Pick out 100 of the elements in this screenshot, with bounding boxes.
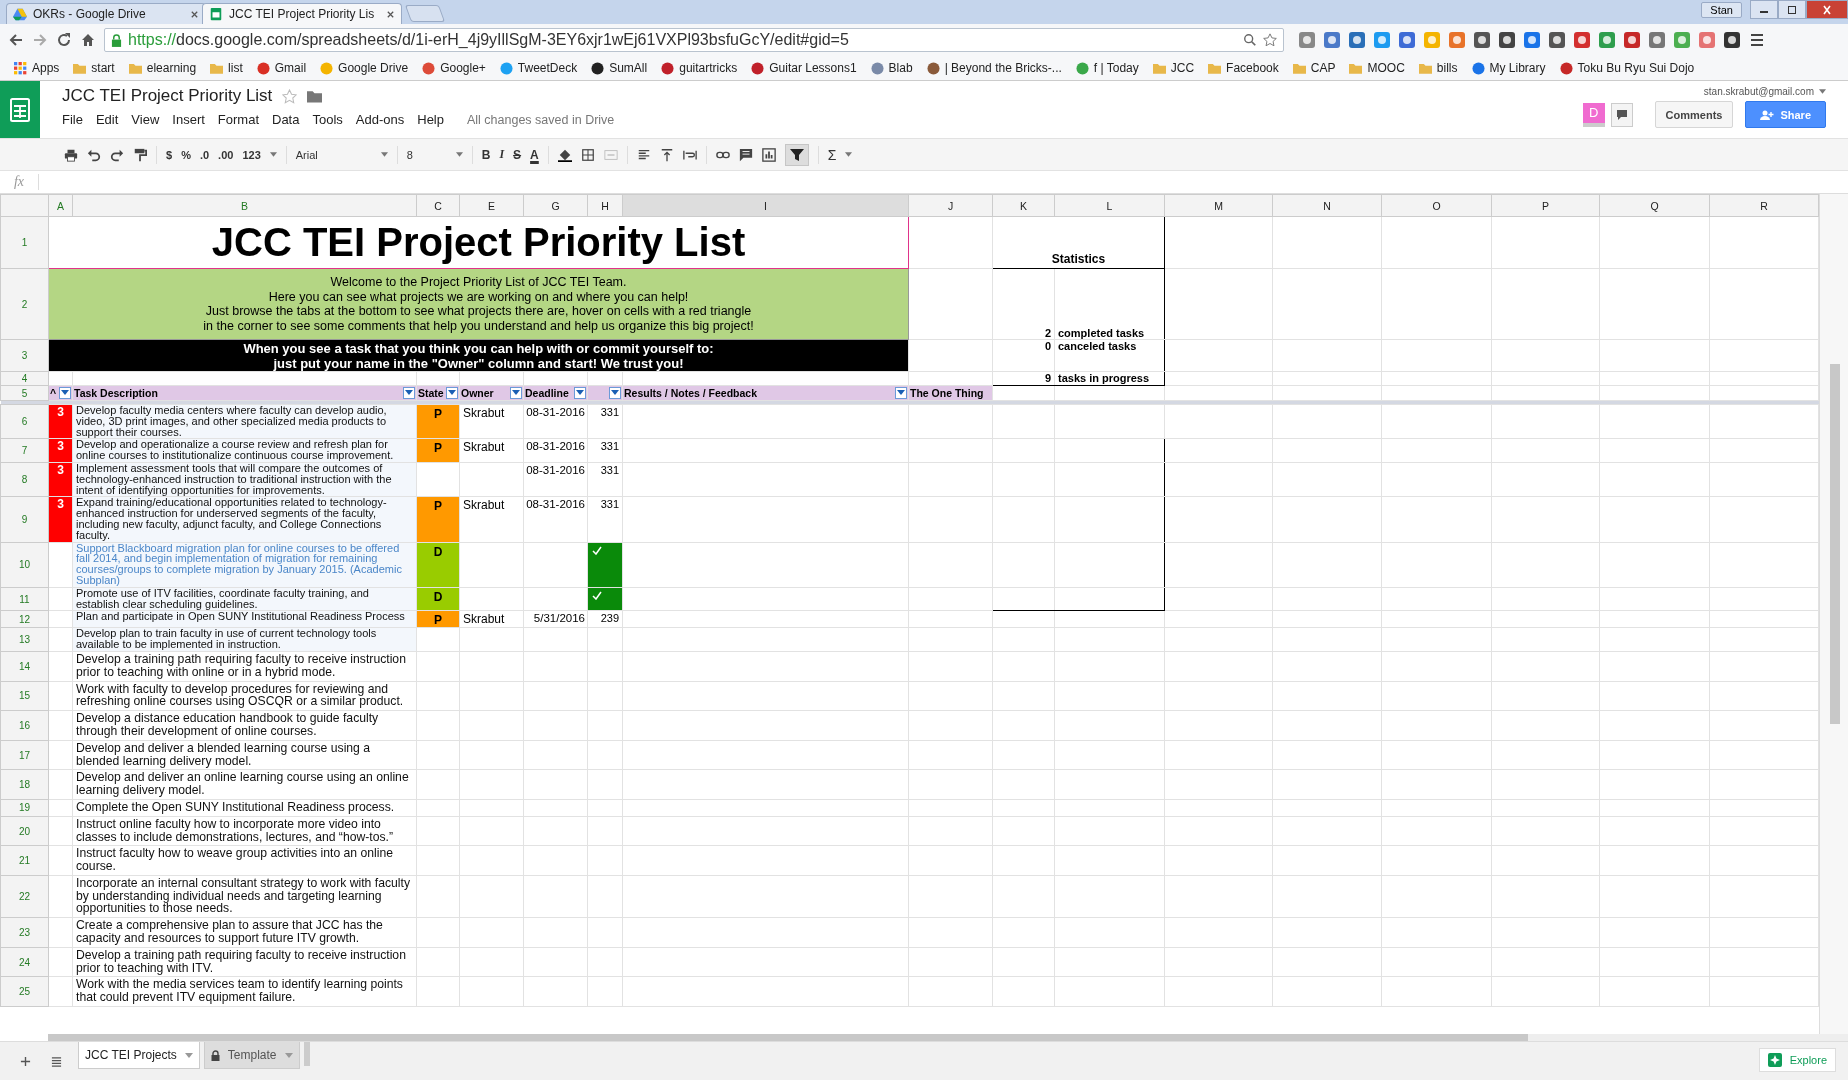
chat-button[interactable] [1610, 102, 1633, 127]
caret-icon[interactable] [1819, 89, 1826, 94]
column-header[interactable]: L [1054, 194, 1165, 217]
row-header[interactable]: 9 [0, 496, 49, 543]
account-menu[interactable]: stan.skrabut@gmail.com [1703, 86, 1814, 97]
sheet-list-icon[interactable] [51, 1056, 62, 1067]
bookmark[interactable]: bills [1418, 61, 1458, 75]
row-header[interactable]: 11 [0, 587, 49, 611]
reload-icon[interactable] [56, 32, 72, 48]
print-icon[interactable] [64, 147, 78, 162]
star-icon[interactable] [282, 88, 298, 104]
bookmark[interactable]: Facebook [1208, 61, 1279, 75]
row-header[interactable]: 16 [0, 710, 49, 741]
extension-icon[interactable] [1548, 31, 1566, 49]
address-field[interactable]: https://docs.google.com/spreadsheets/d/1i-erH_4j9yIllSgM-3EY6xjr1wEj61VXPl93bsfuGcY/edit#gid=5 [104, 28, 1284, 52]
search-icon[interactable] [1243, 33, 1257, 47]
sheet-tab[interactable]: Template [203, 1042, 300, 1069]
caret-icon[interactable] [845, 152, 853, 157]
row-header[interactable]: 25 [0, 976, 49, 1007]
menu-item[interactable]: View [131, 112, 160, 127]
browser-tab[interactable]: JCC TEI Project Priority Lis [202, 3, 402, 24]
column-header[interactable]: R [1709, 194, 1819, 217]
font-dropdown[interactable]: Arial [295, 148, 372, 161]
text-style-button[interactable]: I [499, 147, 505, 162]
column-header[interactable]: E [459, 194, 524, 217]
row-header[interactable]: 6 [0, 404, 49, 439]
column-header[interactable]: M [1164, 194, 1273, 217]
column-header[interactable]: O [1381, 194, 1492, 217]
minimize-button[interactable] [1750, 0, 1778, 19]
bookmark[interactable]: Gmail [256, 61, 307, 75]
menu-icon[interactable] [1748, 31, 1766, 49]
text-style-button[interactable]: B [481, 147, 491, 162]
font-size-dropdown[interactable]: 8 [406, 148, 447, 161]
menu-item[interactable]: Data [272, 112, 300, 127]
number-format-dropdown[interactable]: 123 [242, 148, 261, 161]
row-header[interactable]: 23 [0, 917, 49, 948]
extension-icon[interactable] [1498, 31, 1516, 49]
menu-item[interactable]: Add-ons [355, 112, 405, 127]
row-header[interactable]: 2 [0, 268, 49, 340]
column-header[interactable]: G [523, 194, 588, 217]
scrollbar-thumb[interactable] [1830, 364, 1840, 724]
vertical-align-icon[interactable] [659, 147, 674, 162]
bookmark[interactable]: MOOC [1349, 61, 1405, 75]
caret-icon[interactable] [380, 152, 388, 157]
filter-toggle[interactable] [784, 143, 809, 166]
menu-item[interactable]: Insert [172, 112, 205, 127]
bookmark[interactable]: Google+ [422, 61, 486, 75]
row-header[interactable]: 22 [0, 875, 49, 918]
close-icon[interactable] [190, 9, 199, 19]
filter-button[interactable] [403, 387, 415, 399]
caret-icon[interactable] [455, 152, 463, 157]
column-header[interactable]: K [992, 194, 1055, 217]
filter-button[interactable] [59, 387, 71, 399]
bookmark[interactable]: elearning [128, 61, 197, 75]
row-header[interactable]: 20 [0, 816, 49, 846]
maximize-button[interactable] [1778, 0, 1806, 19]
document-title[interactable]: JCC TEI Project Priority List [62, 86, 273, 106]
extension-icon[interactable] [1723, 31, 1741, 49]
tab-scroll-handle[interactable] [303, 1042, 310, 1066]
row-header[interactable]: 24 [0, 947, 49, 977]
menu-item[interactable]: Help [417, 112, 444, 127]
format-button[interactable]: % [181, 148, 191, 161]
filter-button[interactable] [895, 387, 907, 399]
row-header[interactable]: 15 [0, 681, 49, 711]
text-style-button[interactable]: S [513, 147, 522, 162]
scrollbar-thumb[interactable] [48, 1034, 1528, 1041]
back-icon[interactable] [8, 32, 24, 48]
close-icon[interactable] [386, 9, 395, 19]
profile-button[interactable]: Stan [1701, 2, 1742, 18]
add-sheet-icon[interactable] [20, 1056, 31, 1067]
bookmark[interactable]: TweetDeck [499, 61, 578, 75]
explore-button[interactable]: Explore [1758, 1048, 1836, 1072]
bookmark[interactable]: JCC [1152, 61, 1195, 75]
bookmark[interactable]: Guitar Lessons1 [751, 61, 857, 75]
bookmark[interactable]: start [73, 61, 115, 75]
format-button[interactable]: $ [166, 148, 173, 161]
row-header[interactable]: 13 [0, 627, 49, 652]
filter-button[interactable] [609, 387, 621, 399]
bookmark[interactable]: f | Today [1075, 61, 1139, 75]
row-header[interactable]: 18 [0, 769, 49, 800]
bookmark[interactable]: | Beyond the Bricks-... [926, 61, 1062, 75]
column-header[interactable]: A [48, 194, 73, 217]
column-header[interactable]: J [908, 194, 993, 217]
bookmark[interactable]: My Library [1471, 61, 1546, 75]
chart-icon[interactable] [761, 147, 776, 162]
caret-icon[interactable] [184, 1052, 193, 1058]
format-button[interactable]: .0 [199, 148, 210, 161]
menu-item[interactable]: Edit [95, 112, 119, 127]
sheet-tab[interactable]: JCC TEI Projects [78, 1042, 200, 1069]
star-icon[interactable] [1263, 33, 1277, 47]
bookmark[interactable]: list [210, 61, 243, 75]
text-style-button[interactable]: A [530, 147, 539, 162]
functions-button[interactable]: Σ [827, 146, 837, 163]
bookmark[interactable]: SumAll [591, 61, 648, 75]
paint-format-icon[interactable] [133, 147, 147, 162]
bookmark[interactable]: Apps [14, 61, 60, 75]
extension-icon[interactable] [1623, 31, 1641, 49]
row-header[interactable]: 8 [0, 462, 49, 497]
bookmark[interactable]: Blab [870, 61, 913, 75]
sheets-logo[interactable] [0, 81, 40, 138]
